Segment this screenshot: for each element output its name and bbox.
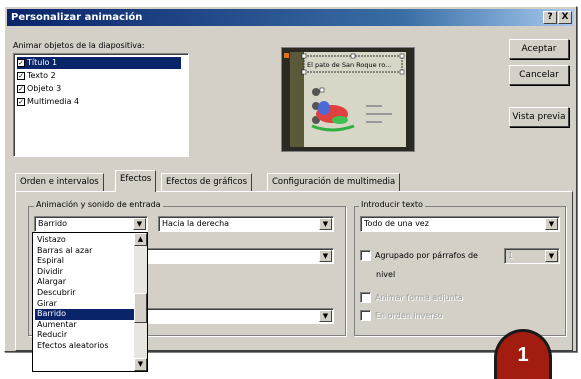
effect-option[interactable]: Efectos aleatorios — [35, 341, 135, 352]
slide-thumbnail-image: El pato de San Roque ro... — [282, 48, 414, 151]
direction-combo[interactable]: Hacia la derecha ▼ — [158, 216, 334, 232]
direction-combo-value: Hacia la derecha — [162, 219, 230, 228]
objects-list-label: Animar objetos de la diapositiva: — [13, 41, 145, 50]
grouped-by-paragraphs-checkbox[interactable]: Agrupado por párrafos de — [360, 250, 478, 261]
preview-caption: El pato de San Roque ro... — [307, 61, 391, 69]
help-icon[interactable]: ? — [543, 11, 557, 24]
object-item-label: Objeto 3 — [27, 84, 62, 93]
object-item-text-2[interactable]: ✓ Texto 2 — [17, 70, 181, 82]
cancel-button[interactable]: Cancelar — [509, 65, 569, 85]
effect-option[interactable]: Vistazo — [35, 235, 135, 246]
tab-multimedia-settings[interactable]: Configuración de multimedia — [267, 173, 401, 191]
checkbox-icon[interactable]: ✓ — [17, 97, 25, 106]
effect-option[interactable]: Dividir — [35, 267, 135, 278]
checkbox-icon[interactable] — [360, 292, 371, 303]
chevron-down-icon[interactable]: ▼ — [133, 218, 146, 230]
tab-effects[interactable]: Efectos — [115, 170, 157, 192]
close-icon[interactable]: X — [558, 11, 572, 24]
dropdown-scrollbar[interactable]: ▲ ▼ — [134, 233, 147, 371]
object-item-label: Multimedia 4 — [27, 97, 80, 106]
animate-attached-shape-label: Animar forma adjunta — [375, 293, 463, 302]
effect-combo[interactable]: Barrido ▼ — [34, 216, 148, 232]
reverse-order-checkbox[interactable]: En orden inverso — [360, 310, 443, 321]
checkbox-icon[interactable]: ✓ — [17, 58, 25, 67]
accept-button[interactable]: Aceptar — [509, 39, 569, 59]
effect-option[interactable]: Reducir — [35, 330, 135, 341]
title-bar: Personalizar animación ? X — [7, 9, 574, 26]
slide-preview: El pato de San Roque ro... — [281, 47, 415, 152]
after-animation-combo[interactable]: ▼ — [146, 308, 334, 324]
effect-option-selected[interactable]: Barrido — [35, 309, 135, 320]
effect-option[interactable]: Descubrir — [35, 288, 135, 299]
animate-attached-shape-checkbox[interactable]: Animar forma adjunta — [360, 292, 463, 303]
tab-chart-effects[interactable]: Efectos de gráficos — [161, 173, 253, 191]
reverse-order-label: En orden inverso — [375, 311, 443, 320]
chevron-down-icon[interactable]: ▼ — [319, 218, 332, 230]
scroll-down-icon[interactable]: ▼ — [134, 358, 147, 371]
paragraph-level-combo[interactable]: 1 ▼ — [504, 248, 560, 264]
object-item-multimedia-4[interactable]: ✓ Multimedia 4 — [17, 96, 181, 108]
objects-listbox[interactable]: ✓ Título 1 ✓ Texto 2 ✓ Objeto 3 ✓ Multimedia… — [13, 53, 189, 157]
effect-option[interactable]: Espiral — [35, 256, 135, 267]
intro-text-group-title: Introducir texto — [359, 200, 425, 209]
chevron-down-icon[interactable]: ▼ — [545, 250, 558, 262]
level-label: nivel — [376, 270, 396, 279]
checkbox-icon[interactable]: ✓ — [17, 84, 25, 93]
paragraph-level-value: 1 — [508, 251, 514, 260]
effect-option[interactable]: Girar — [35, 299, 135, 310]
effect-dropdown-list[interactable]: Vistazo Barras al azar Espiral Dividir A… — [32, 232, 148, 372]
grouped-by-paragraphs-label: Agrupado por párrafos de — [375, 251, 478, 260]
scrollbar-thumb[interactable] — [134, 293, 147, 323]
chevron-down-icon[interactable]: ▼ — [319, 310, 332, 322]
chevron-down-icon[interactable]: ▼ — [545, 218, 558, 230]
effect-option[interactable]: Alargar — [35, 277, 135, 288]
dialog-title: Personalizar animación — [11, 12, 143, 23]
checkbox-icon[interactable] — [360, 310, 371, 321]
effect-option[interactable]: Aumentar — [35, 320, 135, 331]
intro-text-combo-value: Todo de una vez — [364, 219, 429, 228]
intro-text-combo[interactable]: Todo de una vez ▼ — [360, 216, 560, 232]
checkbox-icon[interactable] — [360, 250, 371, 261]
scroll-up-icon[interactable]: ▲ — [134, 233, 147, 246]
object-item-label: Texto 2 — [27, 71, 56, 80]
checkbox-icon[interactable]: ✓ — [17, 71, 25, 80]
effect-option[interactable]: Barras al azar — [35, 246, 135, 257]
sound-combo[interactable]: ▼ — [146, 248, 334, 264]
object-item-object-3[interactable]: ✓ Objeto 3 — [17, 83, 181, 95]
object-item-title-1[interactable]: ✓ Título 1 — [17, 57, 181, 69]
tab-order-timing[interactable]: Orden e intervalos — [15, 173, 104, 191]
preview-button[interactable]: Vista previa — [509, 107, 569, 127]
effect-combo-value: Barrido — [38, 219, 68, 228]
step-number-badge: 1 — [494, 329, 552, 379]
object-item-label: Título 1 — [27, 58, 58, 67]
entry-animation-group-title: Animación y sonido de entrada — [34, 200, 163, 209]
chevron-down-icon[interactable]: ▼ — [319, 250, 332, 262]
